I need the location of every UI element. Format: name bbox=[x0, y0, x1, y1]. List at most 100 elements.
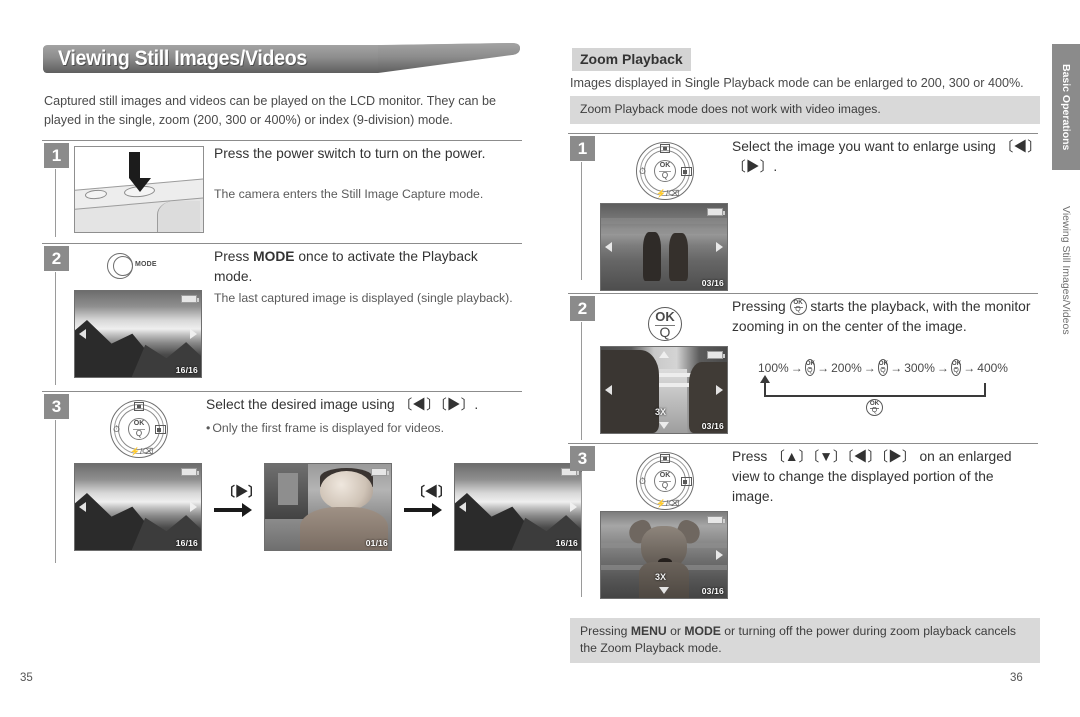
mode-button-icon: MODE bbox=[107, 253, 157, 279]
battery-icon bbox=[181, 468, 199, 476]
ok-zoom-button-icon: OK Q bbox=[648, 307, 682, 342]
zoom-step-200: 200% bbox=[831, 360, 862, 375]
ok-label: OK bbox=[793, 299, 803, 306]
step-number-badge: 1 bbox=[570, 136, 595, 161]
playback-button-icon bbox=[155, 425, 166, 434]
display-button-icon bbox=[660, 144, 670, 153]
step-number-badge: 2 bbox=[570, 296, 595, 321]
zoom-label: Q bbox=[661, 171, 669, 180]
right-arrow-icon bbox=[716, 385, 723, 395]
zoom-ratio-flow-diagram: 100% → OK Q → 200% → OK Q → 300% → OK Q → 4… bbox=[758, 359, 1008, 419]
note-bottom-mid: or bbox=[666, 624, 685, 638]
step-divider bbox=[568, 133, 1038, 134]
self-timer-icon: ⏱ bbox=[113, 424, 121, 434]
thumbnail-3: 16/16 bbox=[454, 463, 582, 551]
lcd-preview-deer-pair: 03/16 bbox=[600, 203, 728, 291]
step-number-badge: 3 bbox=[570, 446, 595, 471]
step-row-3: 3 ⏱ ⚡/⌫ OK Q Select the desired image us… bbox=[42, 391, 582, 566]
display-button-icon bbox=[134, 402, 144, 411]
mode-keyword: MODE bbox=[684, 624, 721, 638]
loopback-line bbox=[764, 383, 986, 397]
left-arrow-icon bbox=[605, 242, 612, 252]
page-title: Viewing Still Images/Videos bbox=[58, 47, 307, 70]
step-divider bbox=[42, 140, 522, 141]
step-vertical-rule bbox=[55, 169, 56, 237]
frame-counter: 03/16 bbox=[701, 278, 724, 288]
zoom-step-row-3: 3 ⏱ ⚡/⌫ OK Q Press 〔▲〕〔▼〕〔◀〕〔▶〕 on an en… bbox=[568, 443, 1038, 599]
figure-camera-power-switch bbox=[74, 146, 204, 233]
step-vertical-rule bbox=[581, 162, 582, 280]
side-tab-section: Viewing Still Images/Videos bbox=[1052, 170, 1080, 370]
frame-counter: 03/16 bbox=[701, 421, 724, 431]
zoom-step-row-1: 1 ⏱ ⚡/⌫ OK Q Select the image you want t… bbox=[568, 133, 1038, 291]
step-divider bbox=[568, 443, 1038, 444]
battery-icon bbox=[707, 208, 725, 216]
note-box-top: Zoom Playback mode does not work with vi… bbox=[570, 96, 1040, 124]
down-arrow-icon bbox=[128, 152, 151, 193]
zoom-step-2-title: Pressing OK Q starts the playback, with t… bbox=[732, 297, 1038, 337]
left-arrow-icon bbox=[605, 385, 612, 395]
zoom-label: Q bbox=[795, 306, 801, 313]
zoom-ratio-label: 3X bbox=[655, 407, 667, 417]
ok-inline-icon: OK Q bbox=[950, 359, 962, 376]
flash-delete-icon: ⚡/⌫ bbox=[130, 447, 154, 456]
zoom-step-400: 400% bbox=[977, 360, 1008, 375]
step-number-badge: 2 bbox=[44, 246, 69, 271]
four-way-controller-icon: ⏱ ⚡/⌫ OK Q bbox=[636, 142, 694, 200]
step-divider bbox=[42, 391, 522, 392]
step-vertical-rule bbox=[581, 472, 582, 597]
right-arrow-icon bbox=[716, 242, 723, 252]
flash-delete-icon: ⚡/⌫ bbox=[656, 499, 680, 508]
step-1-subtext: The camera enters the Still Image Captur… bbox=[214, 187, 484, 201]
battery-icon bbox=[707, 516, 725, 524]
section-heading: Zoom Playback bbox=[570, 48, 691, 71]
zoom-step-2-title-before: Pressing bbox=[732, 299, 790, 314]
left-arrow-icon bbox=[459, 502, 466, 512]
page-number-right: 36 bbox=[1010, 672, 1023, 684]
ok-inline-icon: OK Q bbox=[877, 359, 889, 376]
flow-arrow-glyph: → bbox=[890, 360, 903, 375]
zoom-step-100: 100% bbox=[758, 360, 789, 375]
battery-icon bbox=[707, 351, 725, 359]
step-2-title-before: Press bbox=[214, 249, 254, 264]
note-bottom-before: Pressing bbox=[580, 624, 631, 638]
zoom-label: Q bbox=[659, 324, 671, 340]
flow-arrow-glyph: → bbox=[963, 360, 976, 375]
note-box-bottom: Pressing MENU or MODE or turning off the… bbox=[570, 618, 1040, 663]
down-arrow-icon bbox=[659, 422, 669, 429]
keycap-right: 〔▶〕 bbox=[222, 484, 262, 499]
battery-icon bbox=[371, 468, 389, 476]
zoom-step-row-2: 2 OK Q Pressing OK Q starts the playback,… bbox=[568, 293, 1038, 441]
ok-label: OK bbox=[659, 162, 671, 169]
left-arrow-icon bbox=[79, 329, 86, 339]
page-number-left: 35 bbox=[20, 672, 33, 684]
ok-center-button: OK Q bbox=[654, 470, 676, 492]
zoom-step-300: 300% bbox=[904, 360, 935, 375]
step-3-title: Select the desired image using 〔◀〕〔▶〕. bbox=[206, 397, 479, 412]
zoom-label: Q bbox=[135, 429, 143, 438]
mode-keyword: MODE bbox=[253, 249, 295, 264]
section-intro: Images displayed in Single Playback mode… bbox=[570, 76, 1024, 90]
loopback-ok-icon: OK Q bbox=[866, 399, 883, 416]
self-timer-icon: ⏱ bbox=[639, 476, 647, 486]
page-title-banner: Viewing Still Images/Videos bbox=[42, 43, 522, 75]
mode-dial-label: MODE bbox=[135, 261, 157, 268]
menu-keyword: MENU bbox=[630, 624, 667, 638]
flow-arrow-glyph: → bbox=[790, 360, 803, 375]
ok-inline-icon: OK Q bbox=[789, 298, 807, 315]
step-3-subtext: Only the first frame is displayed for vi… bbox=[206, 420, 526, 438]
display-button-icon bbox=[660, 454, 670, 463]
step-2-subtext: The last captured image is displayed (si… bbox=[214, 291, 513, 305]
ok-label: OK bbox=[659, 472, 671, 479]
right-page-column: Zoom Playback Images displayed in Single… bbox=[568, 0, 1040, 717]
flow-arrow-glyph: → bbox=[817, 360, 830, 375]
step-2-title: Press MODE once to activate the Playback… bbox=[214, 247, 514, 287]
loopback-arrow-icon bbox=[760, 375, 770, 383]
zoom-step-1-title: Select the image you want to enlarge usi… bbox=[732, 139, 1035, 174]
left-page-column: Viewing Still Images/Videos Captured sti… bbox=[20, 0, 582, 717]
lcd-preview-mountain: 16/16 bbox=[74, 290, 202, 378]
ok-inline-icon: OK Q bbox=[804, 359, 816, 376]
four-way-controller-icon: ⏱ ⚡/⌫ OK Q bbox=[110, 400, 168, 458]
frame-counter: 03/16 bbox=[701, 586, 724, 596]
step-1-title: Press the power switch to turn on the po… bbox=[214, 146, 486, 161]
